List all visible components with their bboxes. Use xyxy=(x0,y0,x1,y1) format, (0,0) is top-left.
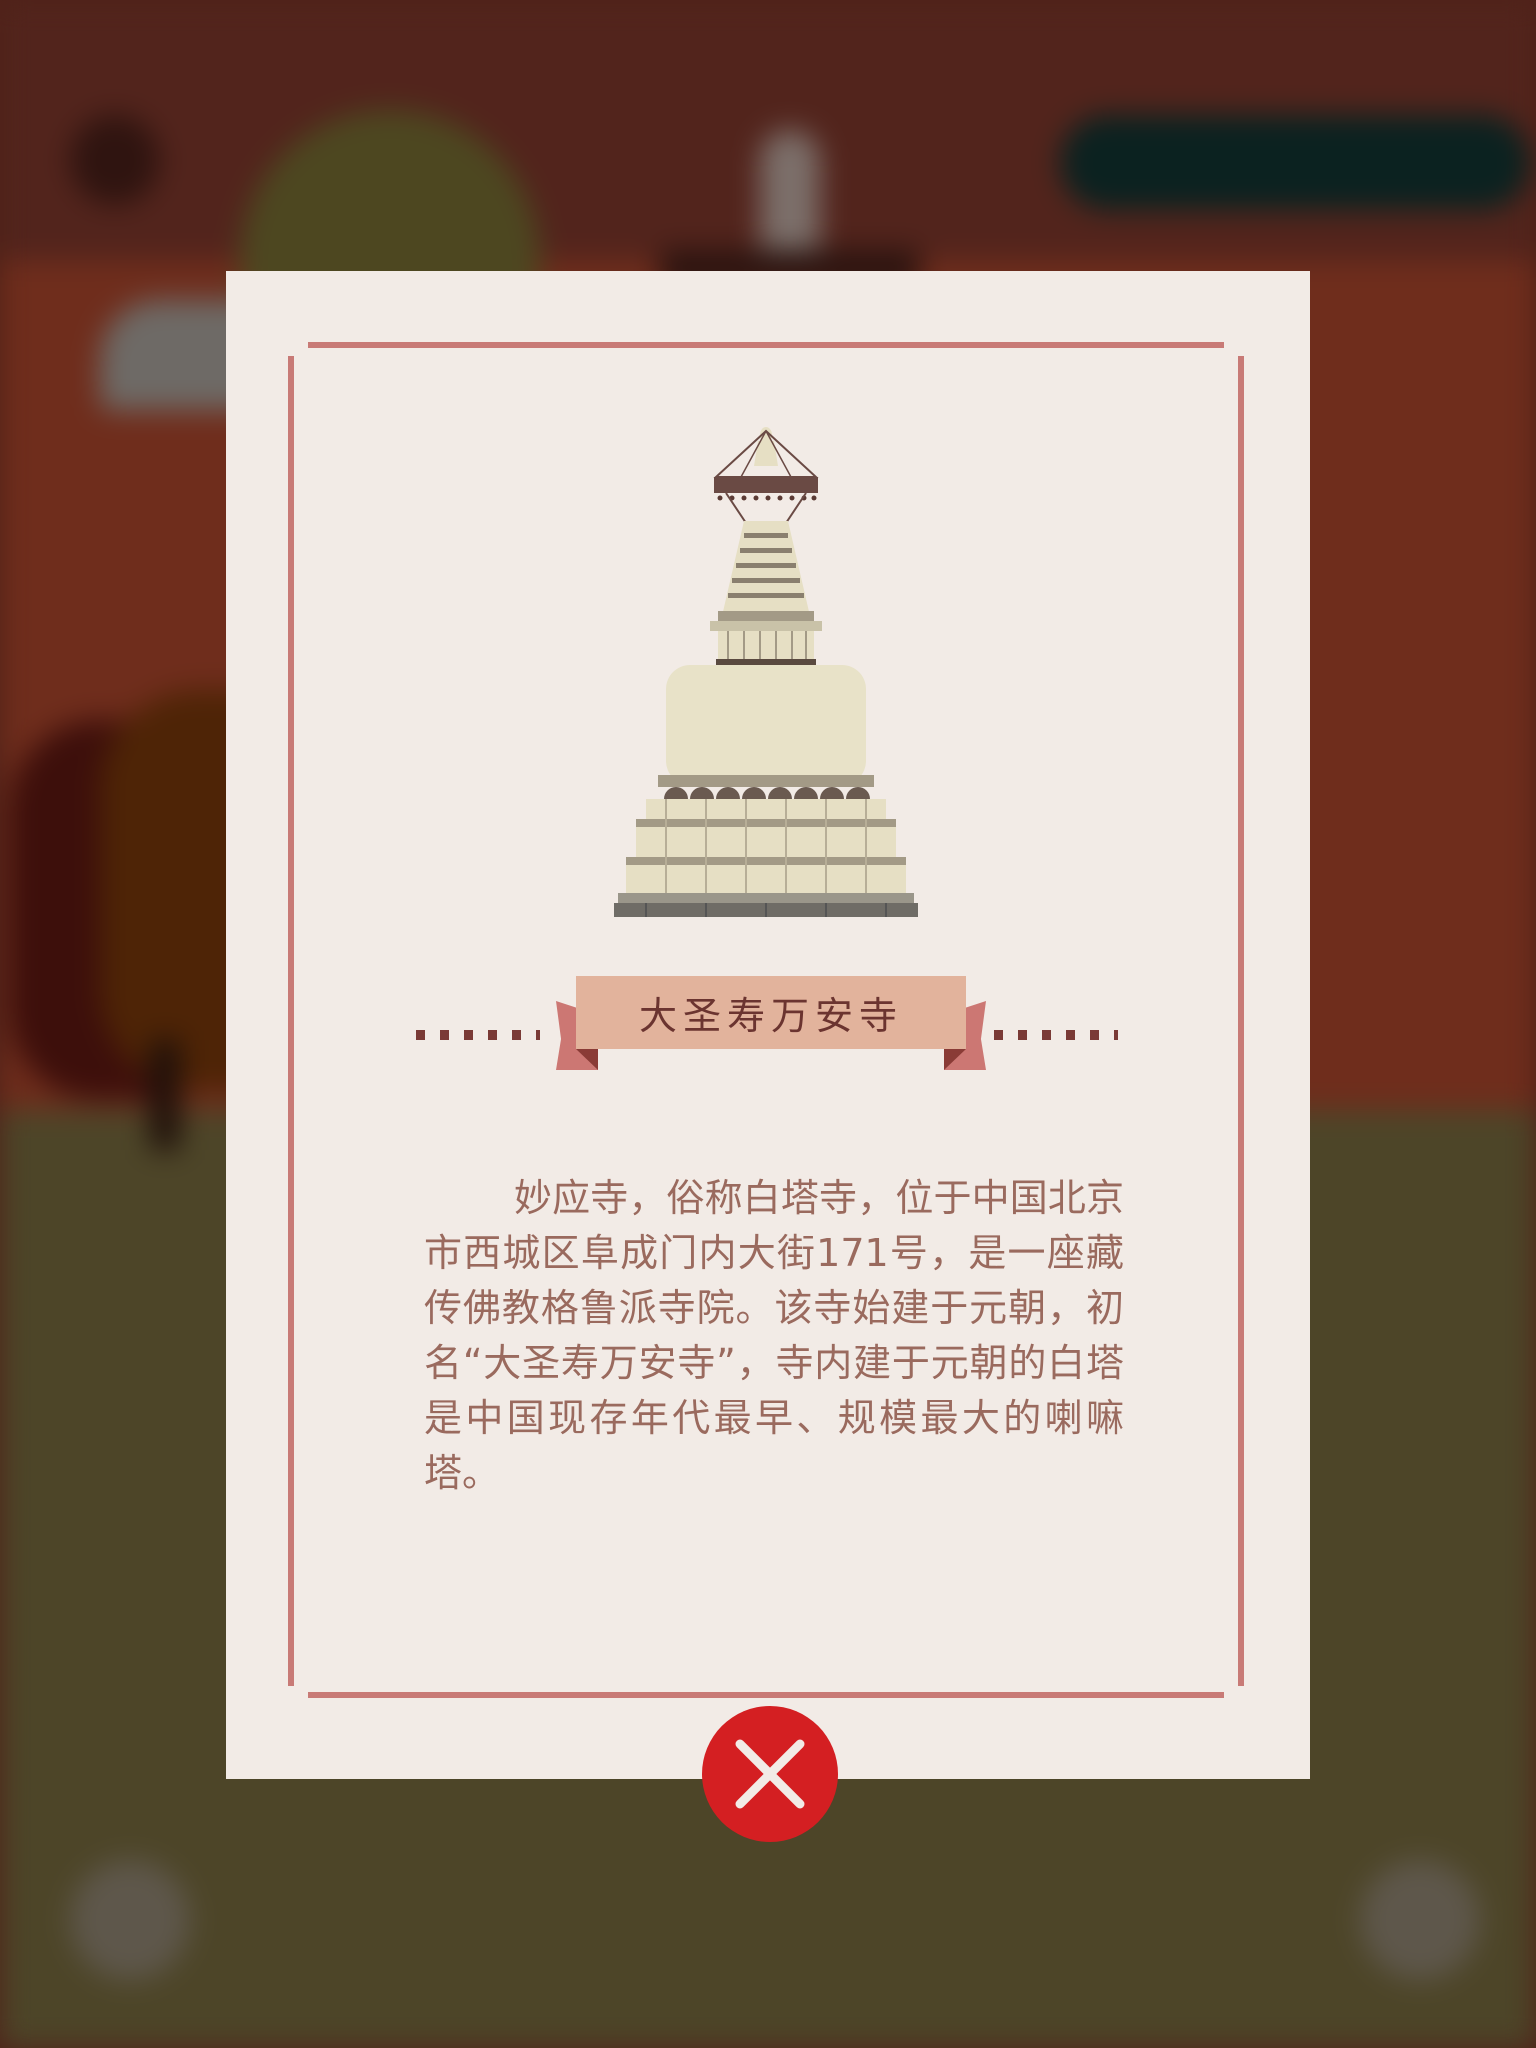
card-title: 大圣寿万安寺 xyxy=(638,994,903,1038)
white-pagoda-icon xyxy=(614,427,918,917)
background-tree-trunk xyxy=(150,1040,180,1150)
background-left-button xyxy=(70,1860,190,1980)
frame-border-right xyxy=(1238,356,1244,1686)
background-menu-button xyxy=(70,115,160,205)
background-right-button xyxy=(1360,1860,1480,1980)
frame-border-top xyxy=(308,342,1224,348)
ribbon-banner: 大圣寿万安寺 xyxy=(576,976,966,1049)
ribbon-dotted-line-right xyxy=(994,1030,1118,1040)
background-toolbar-pill xyxy=(1060,115,1530,210)
ribbon-dotted-line-left xyxy=(416,1030,540,1040)
info-card-modal: 大圣寿万安寺 妙应寺，俗称白塔寺，位于中国北京市西城区阜成门内大街171号，是一… xyxy=(226,271,1310,1779)
frame-border-left xyxy=(288,356,294,1686)
close-button[interactable] xyxy=(702,1706,838,1842)
close-icon xyxy=(735,1739,805,1809)
card-description: 妙应寺，俗称白塔寺，位于中国北京市西城区阜成门内大街171号，是一座藏传佛教格鲁… xyxy=(424,1176,1124,1495)
title-ribbon: 大圣寿万安寺 xyxy=(416,971,1118,1081)
frame-border-bottom xyxy=(308,1692,1224,1698)
